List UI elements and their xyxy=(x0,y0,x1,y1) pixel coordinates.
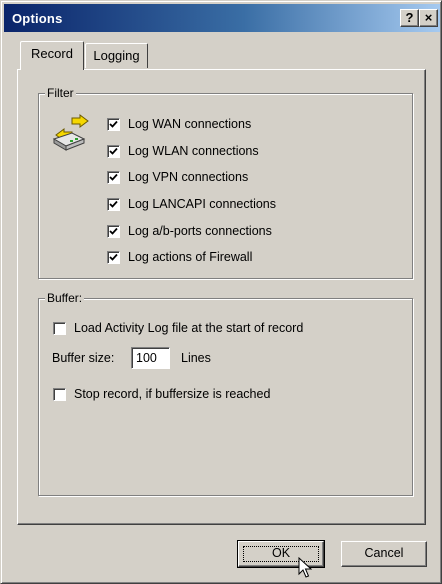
window-title: Options xyxy=(12,11,63,26)
network-connection-icon xyxy=(52,114,89,151)
checkbox-label: Load Activity Log file at the start of r… xyxy=(74,321,304,335)
checkbox-box[interactable] xyxy=(107,251,120,264)
checkbox-label: Log actions of Firewall xyxy=(128,250,253,264)
buffer-size-input[interactable]: 100 xyxy=(131,347,170,369)
buffer-size-unit: Lines xyxy=(181,351,211,365)
close-button[interactable]: × xyxy=(419,9,438,27)
tab-logging[interactable]: Logging xyxy=(85,43,148,68)
buffer-group-label: Buffer: xyxy=(45,291,85,305)
checkbox-label: Log VPN connections xyxy=(128,170,249,184)
checkbox-box[interactable] xyxy=(107,198,120,211)
title-bar[interactable]: Options ? × xyxy=(4,4,440,32)
checkbox-label: Log a/b-ports connections xyxy=(128,224,272,238)
options-dialog: Options ? × Record Logging Filter Log WA… xyxy=(0,0,442,584)
checkbox-box[interactable] xyxy=(107,225,120,238)
checkbox-label: Log LANCAPI connections xyxy=(128,197,277,211)
checkbox-box[interactable] xyxy=(107,118,120,131)
checkbox-box[interactable] xyxy=(53,388,66,401)
tab-record[interactable]: Record xyxy=(20,41,84,70)
filter-group-label: Filter xyxy=(45,86,76,100)
checkbox-label: Log WAN connections xyxy=(128,117,252,131)
checkbox-label: Stop record, if buffersize is reached xyxy=(74,387,271,401)
checkbox-label: Log WLAN connections xyxy=(128,144,259,158)
mouse-cursor-icon xyxy=(298,557,312,578)
help-button[interactable]: ? xyxy=(400,9,419,27)
buffer-size-label: Buffer size: xyxy=(52,351,115,365)
checkbox-box[interactable] xyxy=(53,322,66,335)
checkbox-box[interactable] xyxy=(107,145,120,158)
cancel-button[interactable]: Cancel xyxy=(341,541,427,567)
checkbox-box[interactable] xyxy=(107,171,120,184)
